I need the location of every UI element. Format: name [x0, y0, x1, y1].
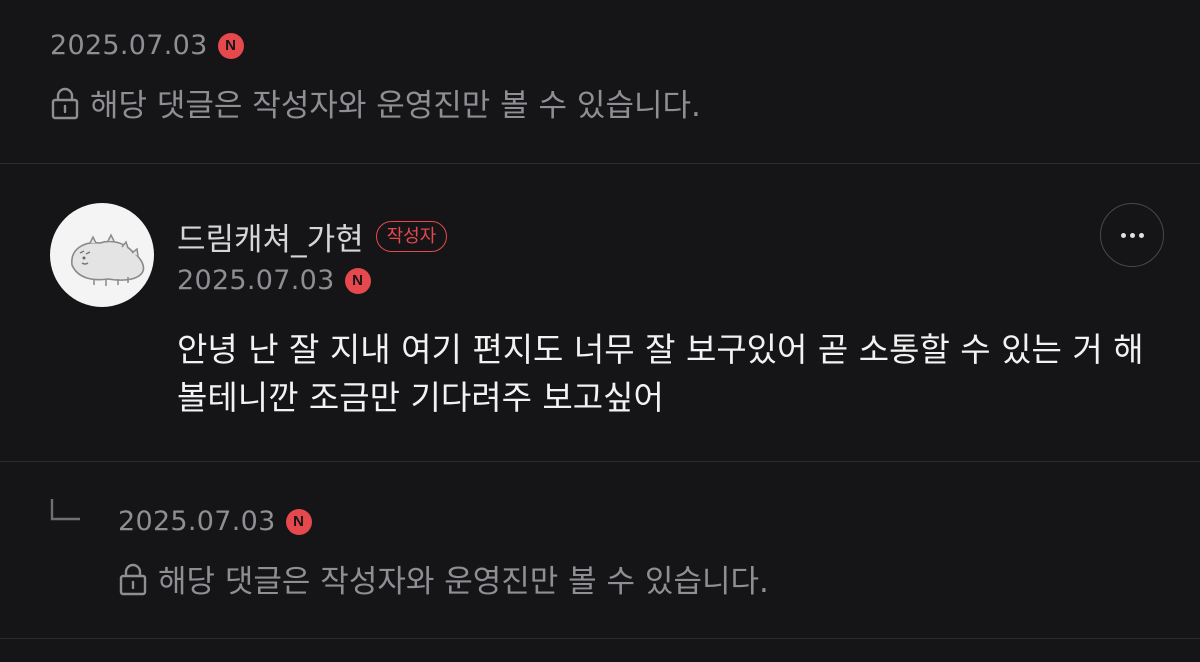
new-badge: N: [344, 267, 371, 294]
divider: [0, 461, 1200, 462]
reply-arrow-icon: [50, 499, 80, 521]
divider: [0, 638, 1200, 639]
new-badge: N: [285, 508, 312, 535]
comment-meta: 2025.07.03 N: [50, 30, 244, 61]
more-dot-icon: [1129, 232, 1135, 238]
avatar-illustration: [71, 233, 145, 286]
avatar[interactable]: [50, 203, 154, 307]
comment-list: 2025.07.03 N 해당 댓글은 작성자와 운영진만 볼 수 있습니다. …: [0, 0, 1200, 662]
reply-meta: 2025.07.03 N: [118, 506, 312, 537]
divider: [0, 163, 1200, 164]
private-comment-notice: 해당 댓글은 작성자와 운영진만 볼 수 있습니다.: [50, 80, 701, 125]
author-info: 드림캐쳐_가현 작성자: [177, 214, 448, 259]
comment-body: 안녕 난 잘 지내 여기 편지도 너무 잘 보구있어 곧 소통할 수 있는 거 …: [177, 330, 1144, 417]
new-badge: N: [217, 32, 244, 59]
author-name[interactable]: 드림캐쳐_가현: [177, 214, 364, 259]
lock-icon: [51, 87, 79, 119]
lock-icon: [119, 563, 147, 595]
comment-meta: 2025.07.03 N: [177, 265, 371, 296]
author-badge: 작성자: [375, 220, 448, 253]
private-notice-text: 해당 댓글은 작성자와 운영진만 볼 수 있습니다.: [90, 88, 701, 124]
comment-date: 2025.07.03: [50, 30, 208, 61]
reply-date: 2025.07.03: [118, 506, 276, 537]
private-notice-text: 해당 댓글은 작성자와 운영진만 볼 수 있습니다.: [158, 564, 769, 600]
more-dot-icon: [1138, 232, 1144, 238]
comment-date: 2025.07.03: [177, 265, 335, 296]
private-reply-notice: 해당 댓글은 작성자와 운영진만 볼 수 있습니다.: [118, 556, 769, 601]
more-options-button[interactable]: [1100, 203, 1164, 267]
more-dot-icon: [1120, 232, 1126, 238]
